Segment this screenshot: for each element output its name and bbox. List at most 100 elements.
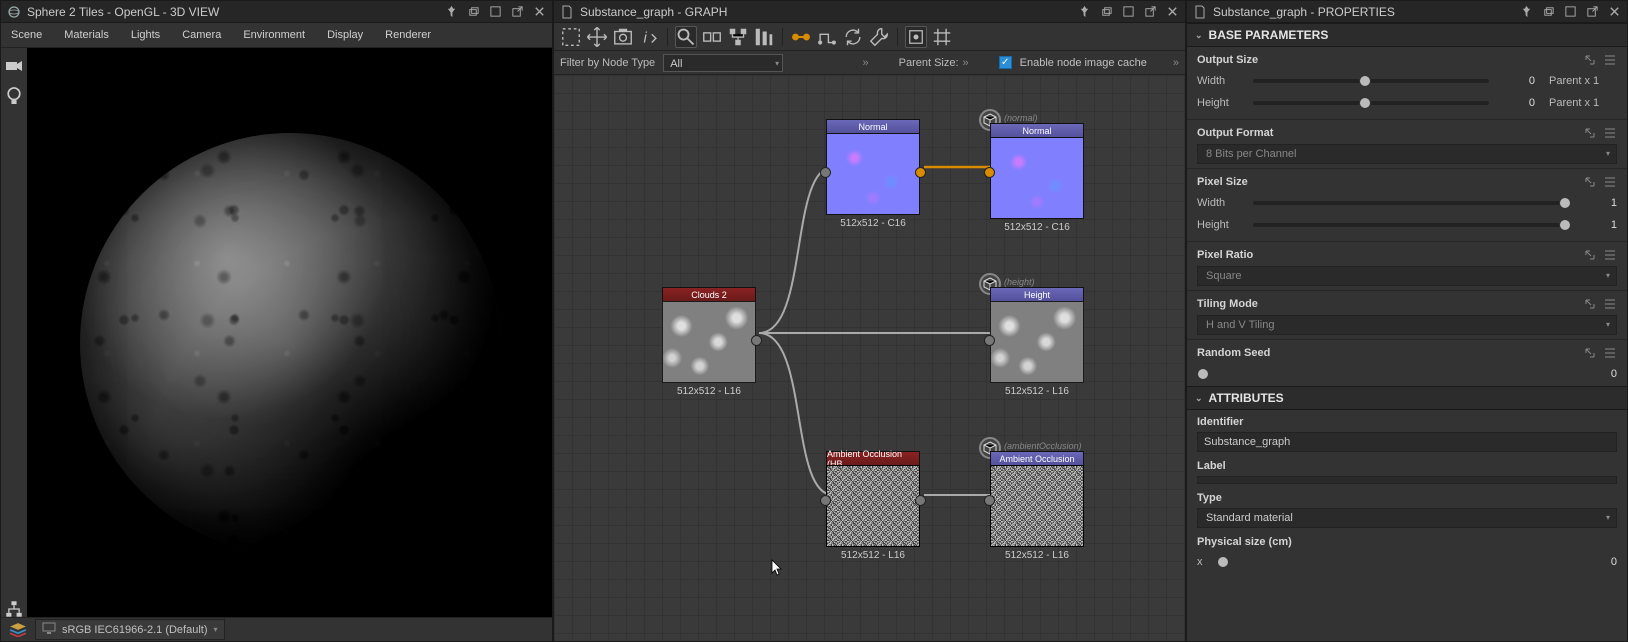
zoom-icon[interactable] [675,26,697,48]
menu-environment[interactable]: Environment [243,29,305,41]
value-random-seed[interactable]: 0 [1579,368,1617,380]
maximize-icon[interactable] [1563,5,1577,19]
lightbulb-icon[interactable] [5,88,23,104]
pin-icon[interactable] [444,5,458,19]
link-icon[interactable] [790,26,812,48]
seed-slider[interactable] [1197,368,1209,380]
align-icon[interactable] [753,26,775,48]
input-port[interactable] [820,167,831,178]
inherit-icon[interactable] [1583,297,1597,311]
inherit-icon[interactable] [1583,53,1597,67]
select-type[interactable]: Standard material▾ [1197,508,1617,528]
value-width[interactable]: 0 [1497,75,1535,87]
route-icon[interactable] [816,26,838,48]
close-icon[interactable] [1165,5,1179,19]
menu-scene[interactable]: Scene [11,29,42,41]
titlebar-graph[interactable]: Substance_graph - GRAPH [554,1,1185,23]
overflow-icon[interactable]: » [1173,57,1179,69]
highlight-icon[interactable] [905,26,927,48]
hierarchy-icon[interactable] [5,601,23,617]
select-pixel-ratio[interactable]: Square▾ [1197,266,1617,286]
menu-icon[interactable] [1603,175,1617,189]
node-clouds2[interactable]: Clouds 2 512x512 - L16 [662,287,756,397]
maximize-icon[interactable] [488,5,502,19]
slider-pixel-width[interactable] [1253,201,1571,205]
output-port[interactable] [915,495,926,506]
hierarchy2-icon[interactable] [727,26,749,48]
node-output-ao[interactable]: Ambient Occlusion 512x512 - L16 [990,451,1084,561]
select-output-format[interactable]: 8 Bits per Channel▾ [1197,144,1617,164]
menu-icon[interactable] [1603,346,1617,360]
parent-size-expand-icon[interactable]: » [963,57,969,69]
info-icon[interactable]: i [638,26,660,48]
close-icon[interactable] [1607,5,1621,19]
wrench-icon[interactable] [868,26,890,48]
cache-checkbox[interactable]: ✓ [999,56,1012,69]
value-height[interactable]: 0 [1497,97,1535,109]
menu-icon[interactable] [1603,126,1617,140]
slider-width[interactable] [1253,79,1489,83]
viewport-3d[interactable] [27,48,552,617]
restore-icon[interactable] [1099,5,1113,19]
graph-canvas[interactable]: Clouds 2 512x512 - L16 Normal 512x512 - … [554,75,1185,641]
popout-icon[interactable] [510,5,524,19]
menu-icon[interactable] [1603,248,1617,262]
input-label[interactable] [1197,476,1617,484]
maximize-icon[interactable] [1121,5,1135,19]
inherit-icon[interactable] [1583,346,1597,360]
node-header: Normal [990,123,1084,137]
output-port[interactable] [915,167,926,178]
input-port[interactable] [984,495,995,506]
sphere-preview [80,133,500,553]
inherit-icon[interactable] [1583,175,1597,189]
input-port[interactable] [984,167,995,178]
menu-display[interactable]: Display [327,29,363,41]
pin-icon[interactable] [1519,5,1533,19]
popout-icon[interactable] [1143,5,1157,19]
node-output-height[interactable]: Height 512x512 - L16 [990,287,1084,397]
popout-icon[interactable] [1585,5,1599,19]
node-output-normal[interactable]: Normal 512x512 - C16 [990,123,1084,233]
node-ao[interactable]: Ambient Occlusion (HB… 512x512 - L16 [826,451,920,561]
move-icon[interactable] [586,26,608,48]
inherit-icon[interactable] [1583,248,1597,262]
camera-icon[interactable] [5,58,23,74]
restore-icon[interactable] [466,5,480,19]
slider-pixel-height[interactable] [1253,223,1571,227]
pin-icon[interactable] [1077,5,1091,19]
restore-icon[interactable] [1541,5,1555,19]
expand-icon[interactable]: » [862,57,868,69]
value-pixel-height[interactable]: 1 [1579,219,1617,231]
output-port[interactable] [751,335,762,346]
select-tiling-mode[interactable]: H and V Tiling▾ [1197,315,1617,335]
value-physical-x[interactable]: 0 [1579,556,1617,568]
physical-x-slider[interactable] [1217,556,1229,568]
grid-icon[interactable] [931,26,953,48]
inherit-icon[interactable] [1583,126,1597,140]
input-identifier[interactable]: Substance_graph [1197,432,1617,452]
titlebar-3d[interactable]: Sphere 2 Tiles - OpenGL - 3D VIEW [1,1,552,23]
section-base-parameters[interactable]: ⌄ BASE PARAMETERS [1187,23,1627,47]
input-port[interactable] [820,495,831,506]
menu-lights[interactable]: Lights [131,29,160,41]
input-port[interactable] [984,335,995,346]
fit-icon[interactable] [701,26,723,48]
slider-height[interactable] [1253,101,1489,105]
filter-select[interactable]: All [663,54,783,72]
node-normal[interactable]: Normal 512x512 - C16 [826,119,920,229]
refresh-icon[interactable] [842,26,864,48]
select-icon[interactable] [560,26,582,48]
output-hint-ao: (ambientOcclusion) [1004,441,1082,451]
titlebar-props[interactable]: Substance_graph - PROPERTIES [1187,1,1627,23]
layers-icon[interactable] [9,622,27,638]
menu-camera[interactable]: Camera [182,29,221,41]
menu-materials[interactable]: Materials [64,29,109,41]
menu-renderer[interactable]: Renderer [385,29,431,41]
close-icon[interactable] [532,5,546,19]
colorspace-selector[interactable]: sRGB IEC61966-2.1 (Default) ▾ [35,619,225,640]
value-pixel-width[interactable]: 1 [1579,197,1617,209]
menu-icon[interactable] [1603,297,1617,311]
section-attributes[interactable]: ⌄ ATTRIBUTES [1187,386,1627,410]
snapshot-icon[interactable] [612,26,634,48]
menu-icon[interactable] [1603,53,1617,67]
